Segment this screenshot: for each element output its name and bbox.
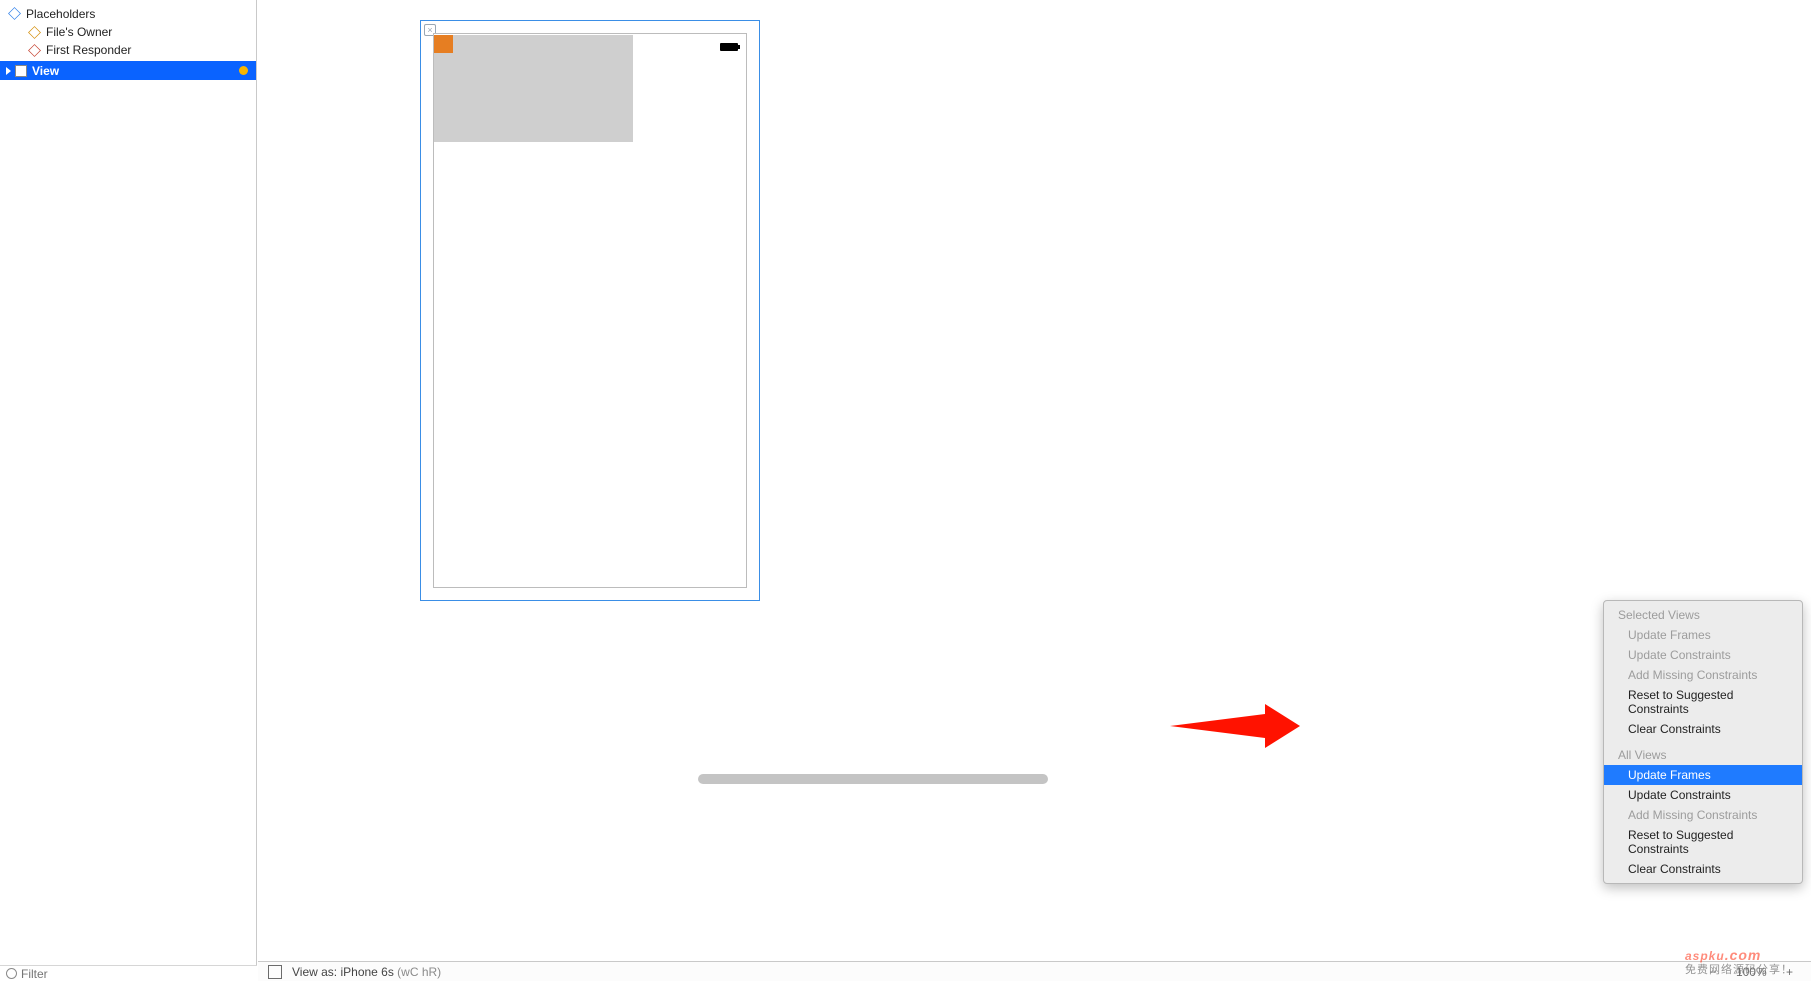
menu-selected-add-missing-constraints: Add Missing Constraints xyxy=(1604,665,1802,685)
subview-orange-label[interactable] xyxy=(434,35,453,53)
view-label: View xyxy=(32,64,59,78)
resolve-layout-issues-menu: Selected Views Update Frames Update Cons… xyxy=(1603,600,1803,884)
watermark-suffix: .com xyxy=(1725,947,1762,963)
files-owner-label: File's Owner xyxy=(46,25,112,39)
layout-warning-icon[interactable] xyxy=(239,66,248,75)
outline-files-owner[interactable]: File's Owner xyxy=(0,23,256,40)
filter-icon xyxy=(6,968,17,979)
disclosure-triangle-icon[interactable] xyxy=(6,67,11,75)
menu-all-update-constraints[interactable]: Update Constraints xyxy=(1604,785,1802,805)
view-icon xyxy=(15,65,27,77)
first-responder-label: First Responder xyxy=(46,43,131,57)
outline-view-row-selected[interactable]: View xyxy=(0,61,256,80)
outline-placeholders-header[interactable]: Placeholders xyxy=(0,5,256,22)
subview-grey-rectangle[interactable] xyxy=(434,35,633,142)
scrollbar-thumb[interactable] xyxy=(698,774,1048,784)
outline-first-responder[interactable]: First Responder xyxy=(0,41,256,58)
menu-selected-update-constraints: Update Constraints xyxy=(1604,645,1802,665)
root-view[interactable] xyxy=(433,33,747,588)
menu-selected-update-frames: Update Frames xyxy=(1604,625,1802,645)
canvas-horizontal-scrollbar[interactable] xyxy=(258,774,1796,786)
view-as-prefix: View as: xyxy=(292,965,340,979)
outline-filter-input[interactable] xyxy=(21,967,201,981)
device-config-button[interactable] xyxy=(268,965,282,979)
device-selection-frame[interactable]: × xyxy=(420,20,760,601)
menu-all-add-missing-constraints: Add Missing Constraints xyxy=(1604,805,1802,825)
menu-header-selected-views: Selected Views xyxy=(1604,605,1802,625)
canvas-scroll-region[interactable]: × xyxy=(258,0,1500,782)
menu-selected-reset-constraints[interactable]: Reset to Suggested Constraints xyxy=(1604,685,1802,719)
document-outline-sidebar: Placeholders File's Owner First Responde… xyxy=(0,0,257,965)
menu-all-update-frames[interactable]: Update Frames xyxy=(1604,765,1802,785)
view-as-sizeclass: (wC hR) xyxy=(394,965,441,979)
menu-selected-clear-constraints[interactable]: Clear Constraints xyxy=(1604,719,1802,739)
first-responder-icon xyxy=(28,43,41,56)
canvas-bottom-toolbar: View as: iPhone 6s (wC hR) − 100% + xyxy=(258,961,1811,981)
menu-all-clear-constraints[interactable]: Clear Constraints xyxy=(1604,859,1802,879)
view-as-label[interactable]: View as: iPhone 6s (wC hR) xyxy=(292,965,441,979)
menu-header-all-views: All Views xyxy=(1604,745,1802,765)
watermark-tagline: 免费网络源码分享！ xyxy=(1685,966,1793,975)
files-owner-icon xyxy=(28,25,41,38)
placeholders-label: Placeholders xyxy=(26,7,95,21)
statusbar-battery-icon xyxy=(720,43,738,51)
outline-filter-bar xyxy=(0,965,257,981)
watermark-brand: aspku xyxy=(1685,949,1725,963)
interface-builder-canvas[interactable]: × xyxy=(258,0,1811,965)
menu-all-reset-constraints[interactable]: Reset to Suggested Constraints xyxy=(1604,825,1802,859)
view-as-device: iPhone 6s xyxy=(340,965,393,979)
placeholder-icon xyxy=(8,7,21,20)
source-watermark: aspku.com 免费网络源码分享！ xyxy=(1685,940,1793,975)
